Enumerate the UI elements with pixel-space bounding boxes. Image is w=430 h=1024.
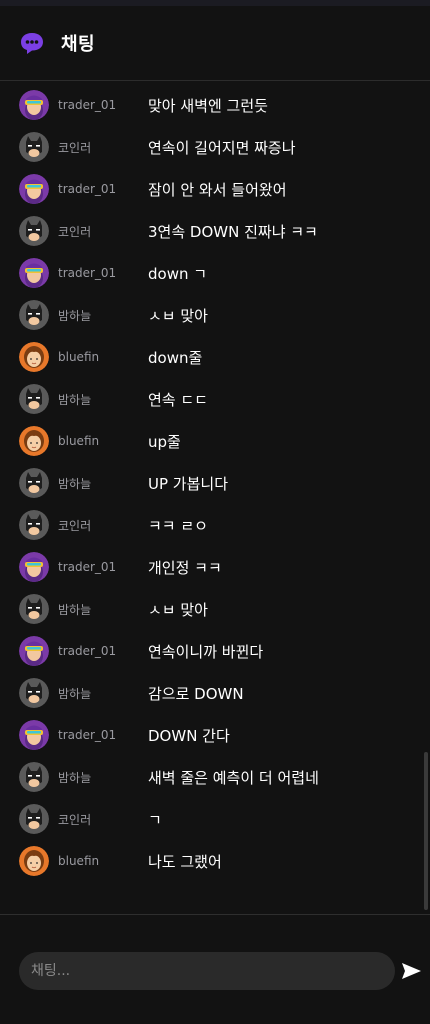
message-username[interactable]: trader_01 — [58, 560, 148, 574]
message-username[interactable]: bluefin — [58, 434, 148, 448]
message-username[interactable]: 밤하늘 — [58, 391, 148, 408]
masked-hero-avatar-icon[interactable] — [19, 594, 49, 624]
chat-message-row: 코인러 ㄱ — [0, 798, 430, 840]
yellow-visor-avatar-icon[interactable] — [19, 90, 49, 120]
yellow-visor-avatar-icon[interactable] — [19, 174, 49, 204]
chat-bubble-icon — [21, 33, 43, 54]
chat-message-row: 밤하늘 ㅅㅂ 맞아 — [0, 588, 430, 630]
message-username[interactable]: 밤하늘 — [58, 307, 148, 324]
chat-message-row: bluefin up줄 — [0, 420, 430, 462]
message-text: 맞아 새벽엔 그런듯 — [148, 96, 268, 115]
message-username[interactable]: 밤하늘 — [58, 685, 148, 702]
chat-message-row: 코인러 연속이 길어지면 짜증나 — [0, 126, 430, 168]
chat-message-row: trader_01 연속이니까 바뀐다 — [0, 630, 430, 672]
chat-message-row: trader_01 잠이 안 와서 들어왔어 — [0, 168, 430, 210]
message-username[interactable]: 밤하늘 — [58, 769, 148, 786]
message-text: ㅋㅋ ㄹㅇ — [148, 516, 208, 535]
message-list[interactable]: trader_01 맞아 새벽엔 그런듯 코인러 연속이 길어지면 짜증나 trad… — [0, 84, 430, 882]
chat-message-row: 밤하늘 ㅅㅂ 맞아 — [0, 294, 430, 336]
message-text: 나도 그랬어 — [148, 852, 222, 871]
composer-divider — [0, 914, 430, 915]
chat-message-row: trader_01 맞아 새벽엔 그런듯 — [0, 84, 430, 126]
chat-message-row: trader_01 DOWN 간다 — [0, 714, 430, 756]
chat-message-row: bluefin down줄 — [0, 336, 430, 378]
chat-message-row: 밤하늘 새벽 줄은 예측이 더 어렵네 — [0, 756, 430, 798]
message-text: 3연속 DOWN 진짜냐 ㅋㅋ — [148, 222, 318, 241]
message-username[interactable]: 밤하늘 — [58, 601, 148, 618]
message-text: 연속 ㄷㄷ — [148, 390, 208, 409]
message-text: ㅅㅂ 맞아 — [148, 306, 208, 325]
chat-message-row: trader_01 down ㄱ — [0, 252, 430, 294]
girl-avatar-icon[interactable] — [19, 426, 49, 456]
message-text: 연속이 길어지면 짜증나 — [148, 138, 296, 157]
chat-message-row: 코인러 ㅋㅋ ㄹㅇ — [0, 504, 430, 546]
yellow-visor-avatar-icon[interactable] — [19, 720, 49, 750]
page-title: 채팅 — [61, 34, 96, 55]
masked-hero-avatar-icon[interactable] — [19, 510, 49, 540]
masked-hero-avatar-icon[interactable] — [19, 762, 49, 792]
chat-header: 채팅 — [0, 6, 430, 81]
message-text: 감으로 DOWN — [148, 684, 244, 703]
message-username[interactable]: 코인러 — [58, 139, 148, 156]
message-text: ㄱ — [148, 810, 162, 829]
send-icon[interactable] — [400, 960, 422, 982]
masked-hero-avatar-icon[interactable] — [19, 216, 49, 246]
message-text: ㅅㅂ 맞아 — [148, 600, 208, 619]
masked-hero-avatar-icon[interactable] — [19, 804, 49, 834]
chat-message-row: 밤하늘 연속 ㄷㄷ — [0, 378, 430, 420]
yellow-visor-avatar-icon[interactable] — [19, 636, 49, 666]
message-text: 새벽 줄은 예측이 더 어렵네 — [148, 768, 319, 787]
message-list-scrollbar[interactable] — [424, 752, 428, 910]
message-username[interactable]: trader_01 — [58, 182, 148, 196]
message-username[interactable]: trader_01 — [58, 266, 148, 280]
message-text: DOWN 간다 — [148, 726, 230, 745]
message-username[interactable]: trader_01 — [58, 644, 148, 658]
message-username[interactable]: 코인러 — [58, 811, 148, 828]
message-username[interactable]: 코인러 — [58, 517, 148, 534]
chat-input-wrapper[interactable] — [19, 952, 395, 990]
masked-hero-avatar-icon[interactable] — [19, 384, 49, 414]
message-text: up줄 — [148, 432, 181, 451]
masked-hero-avatar-icon[interactable] — [19, 468, 49, 498]
message-text: down ㄱ — [148, 264, 208, 283]
message-username[interactable]: 코인러 — [58, 223, 148, 240]
yellow-visor-avatar-icon[interactable] — [19, 552, 49, 582]
masked-hero-avatar-icon[interactable] — [19, 132, 49, 162]
message-username[interactable]: bluefin — [58, 350, 148, 364]
message-text: down줄 — [148, 348, 203, 367]
chat-message-row: 밤하늘 UP 가봅니다 — [0, 462, 430, 504]
message-username[interactable]: trader_01 — [58, 98, 148, 112]
message-username[interactable]: 밤하늘 — [58, 475, 148, 492]
chat-message-row: 코인러 3연속 DOWN 진짜냐 ㅋㅋ — [0, 210, 430, 252]
girl-avatar-icon[interactable] — [19, 342, 49, 372]
message-text: 잠이 안 와서 들어왔어 — [148, 180, 287, 199]
masked-hero-avatar-icon[interactable] — [19, 300, 49, 330]
message-text: UP 가봅니다 — [148, 474, 228, 493]
message-username[interactable]: trader_01 — [58, 728, 148, 742]
chat-message-row: bluefin 나도 그랬어 — [0, 840, 430, 882]
yellow-visor-avatar-icon[interactable] — [19, 258, 49, 288]
chat-message-row: 밤하늘 감으로 DOWN — [0, 672, 430, 714]
masked-hero-avatar-icon[interactable] — [19, 678, 49, 708]
chat-message-row: trader_01 개인정 ㅋㅋ — [0, 546, 430, 588]
message-text: 연속이니까 바뀐다 — [148, 642, 264, 661]
message-username[interactable]: bluefin — [58, 854, 148, 868]
girl-avatar-icon[interactable] — [19, 846, 49, 876]
chat-input[interactable] — [19, 952, 395, 990]
message-text: 개인정 ㅋㅋ — [148, 558, 222, 577]
